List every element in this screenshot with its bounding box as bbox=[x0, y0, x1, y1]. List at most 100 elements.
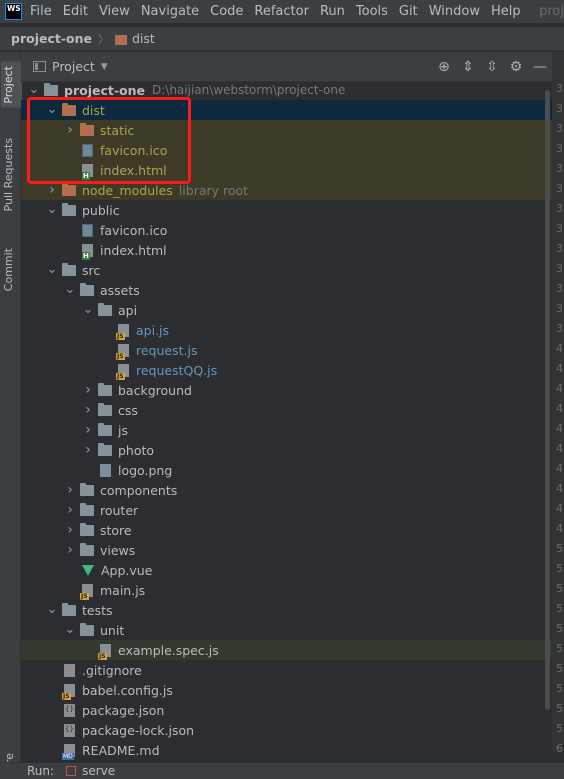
chevron-down-icon[interactable]: ⌄ bbox=[63, 623, 77, 636]
menu-item-edit[interactable]: Edit bbox=[63, 4, 88, 19]
breadcrumb: project-one 〉 dist bbox=[0, 27, 564, 51]
tree-row[interactable]: ⌄ tests bbox=[21, 600, 552, 620]
project-tree: ⌄ project-one D:\haijian\webstorm\project-… bbox=[21, 82, 552, 762]
chevron-right-icon[interactable]: › bbox=[63, 522, 77, 538]
tree-row[interactable]: logo.png bbox=[21, 460, 552, 480]
gutter-number: 5 bbox=[556, 542, 563, 555]
folder-icon bbox=[98, 442, 112, 456]
tree-row[interactable]: README.md bbox=[21, 740, 552, 760]
project-path: D:\haijian\webstorm\project-one bbox=[152, 83, 346, 97]
tree-row[interactable]: index.html bbox=[21, 240, 552, 260]
chevron-right-icon[interactable]: › bbox=[63, 122, 77, 138]
chevron-down-icon[interactable]: ⌄ bbox=[45, 603, 59, 616]
tree-item-label: static bbox=[100, 122, 135, 138]
run-config-tab[interactable]: serve bbox=[66, 764, 115, 778]
chevron-right-icon[interactable]: › bbox=[81, 402, 95, 418]
chevron-down-icon[interactable]: ⌄ bbox=[63, 283, 77, 296]
tree-row[interactable]: ⌄ unit bbox=[21, 620, 552, 640]
tree-row[interactable]: package-lock.json bbox=[21, 720, 552, 740]
folder-icon bbox=[98, 402, 112, 416]
chevron-right-icon[interactable]: › bbox=[45, 182, 59, 198]
tree-row[interactable]: › node_modules library root bbox=[21, 180, 552, 200]
tab-commit[interactable]: Commit bbox=[2, 248, 15, 291]
tree-row[interactable]: example.spec.js bbox=[21, 640, 552, 660]
folder-icon bbox=[115, 34, 127, 45]
menu-item-git[interactable]: Git bbox=[399, 4, 418, 19]
tree-row[interactable]: App.vue bbox=[21, 560, 552, 580]
tree-row[interactable]: › store bbox=[21, 520, 552, 540]
gear-icon[interactable]: ⚙ bbox=[504, 58, 528, 76]
breadcrumb-child[interactable]: dist bbox=[132, 31, 155, 46]
tree-item-label: main.js bbox=[100, 582, 146, 598]
chevron-down-icon[interactable]: ⌄ bbox=[27, 83, 41, 96]
menu-item-run[interactable]: Run bbox=[320, 4, 345, 19]
chevron-right-icon[interactable]: › bbox=[63, 482, 77, 498]
chevron-down-icon[interactable]: ⌄ bbox=[45, 263, 59, 276]
webstorm-logo-icon: WS bbox=[5, 3, 22, 20]
gutter-number: 3 bbox=[556, 162, 563, 175]
gutter-number: 3 bbox=[556, 282, 563, 295]
collapse-all-icon[interactable]: ⇳ bbox=[480, 58, 504, 76]
chevron-right-icon[interactable]: › bbox=[81, 442, 95, 458]
tree-row[interactable]: ⌄ src bbox=[21, 260, 552, 280]
tree-row[interactable]: ⌄ api bbox=[21, 300, 552, 320]
menu-item-tools[interactable]: Tools bbox=[356, 4, 388, 19]
tree-row[interactable]: .gitignore bbox=[21, 660, 552, 680]
tree-row[interactable]: › js bbox=[21, 420, 552, 440]
tree-row[interactable]: › router bbox=[21, 500, 552, 520]
tree-row[interactable]: ⌄ dist bbox=[21, 100, 552, 120]
tree-row[interactable]: › components bbox=[21, 480, 552, 500]
chevron-right-icon[interactable]: › bbox=[63, 542, 77, 558]
tree-item-label: css bbox=[118, 402, 138, 418]
project-view-selector[interactable]: Project ▼ bbox=[33, 59, 108, 74]
ico-file-icon bbox=[82, 143, 93, 157]
menu-item-refactor[interactable]: Refactor bbox=[254, 4, 309, 19]
tree-row[interactable]: main.js bbox=[21, 580, 552, 600]
menu-item-navigate[interactable]: Navigate bbox=[141, 4, 199, 19]
menu-item-code[interactable]: Code bbox=[210, 4, 243, 19]
tree-row[interactable]: ⌄ project-one D:\haijian\webstorm\project-… bbox=[21, 82, 552, 100]
tree-row[interactable]: package.json bbox=[21, 700, 552, 720]
expand-all-icon[interactable]: ⇕ bbox=[456, 58, 480, 76]
tree-row[interactable]: favicon.ico bbox=[21, 140, 552, 160]
tree-item-label: index.html bbox=[100, 242, 167, 258]
scrollbar[interactable] bbox=[545, 90, 550, 710]
tree-row[interactable]: requestQQ.js bbox=[21, 360, 552, 380]
tree-row[interactable]: › css bbox=[21, 400, 552, 420]
chevron-down-icon[interactable]: ⌄ bbox=[81, 303, 95, 316]
tree-row[interactable]: › views bbox=[21, 540, 552, 560]
tree-row[interactable]: ⌄ assets bbox=[21, 280, 552, 300]
tab-pull-requests[interactable]: Pull Requests bbox=[2, 138, 15, 211]
gutter-number: 5 bbox=[556, 582, 563, 595]
tree-row[interactable]: babel.config.js bbox=[21, 680, 552, 700]
gutter-number: 4 bbox=[556, 462, 563, 475]
chevron-right-icon[interactable]: › bbox=[81, 382, 95, 398]
folder-icon bbox=[62, 262, 76, 276]
folder-icon bbox=[80, 502, 94, 516]
breadcrumb-root[interactable]: project-one bbox=[11, 31, 92, 46]
menu-item-view[interactable]: View bbox=[99, 4, 130, 19]
tree-row[interactable]: › background bbox=[21, 380, 552, 400]
chevron-down-icon[interactable]: ⌄ bbox=[45, 103, 59, 116]
menu-item-help[interactable]: Help bbox=[491, 4, 521, 19]
chevron-right-icon[interactable]: › bbox=[81, 422, 95, 438]
chevron-right-icon[interactable]: › bbox=[63, 502, 77, 518]
tree-row[interactable]: › photo bbox=[21, 440, 552, 460]
tab-project[interactable]: Project bbox=[1, 62, 22, 108]
gutter-number: 4 bbox=[556, 382, 563, 395]
locate-file-icon[interactable]: ⊕ bbox=[432, 58, 456, 76]
menu-item-file[interactable]: File bbox=[30, 4, 52, 19]
tree-item-label: assets bbox=[100, 282, 140, 298]
tree-row[interactable]: request.js bbox=[21, 340, 552, 360]
tree-row[interactable]: favicon.ico bbox=[21, 220, 552, 240]
tree-item-label: example.spec.js bbox=[118, 642, 219, 658]
chevron-down-icon[interactable]: ⌄ bbox=[45, 203, 59, 216]
project-panel-header: Project ▼ ⊕ ⇕ ⇳ ⚙ — bbox=[21, 52, 552, 82]
menu-item-window[interactable]: Window bbox=[429, 4, 480, 19]
tree-item-label: public bbox=[82, 202, 120, 218]
tree-row[interactable]: index.html bbox=[21, 160, 552, 180]
tree-row[interactable]: ⌄ public bbox=[21, 200, 552, 220]
hide-panel-icon[interactable]: — bbox=[528, 58, 552, 76]
tree-row[interactable]: api.js bbox=[21, 320, 552, 340]
tree-row[interactable]: › static bbox=[21, 120, 552, 140]
